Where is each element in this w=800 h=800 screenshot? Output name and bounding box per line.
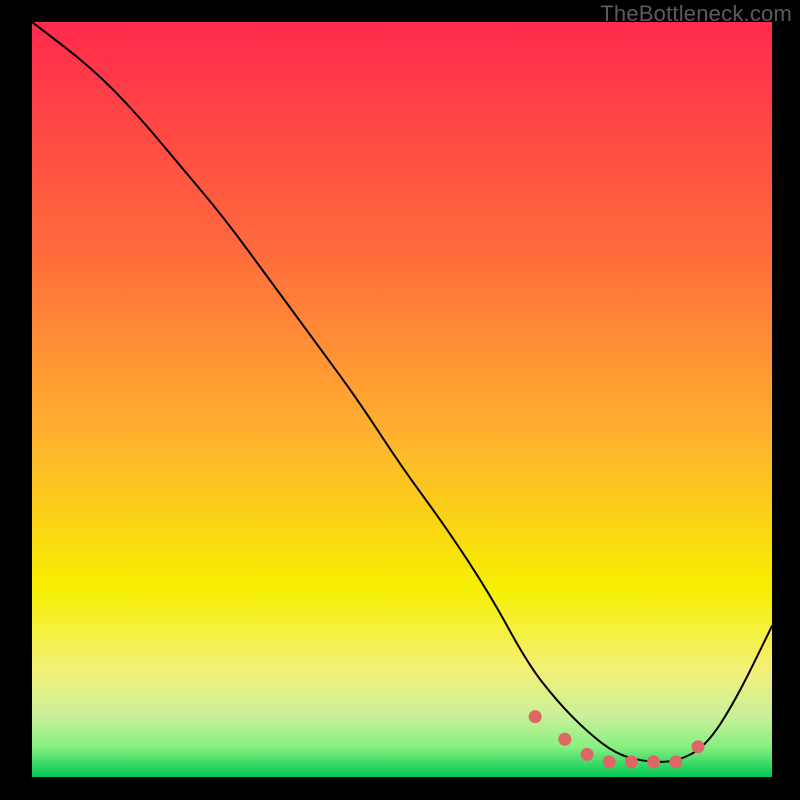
gradient-background	[32, 22, 772, 777]
watermark-text: TheBottleneck.com	[600, 1, 792, 27]
highlight-dot	[692, 740, 705, 753]
plot-area	[32, 22, 772, 777]
highlight-dot	[581, 748, 594, 761]
highlight-dot	[603, 755, 616, 768]
chart-svg	[32, 22, 772, 777]
highlight-dot	[625, 755, 638, 768]
highlight-dot	[647, 755, 660, 768]
highlight-dot	[529, 710, 542, 723]
highlight-dot	[558, 733, 571, 746]
highlight-dot	[669, 755, 682, 768]
chart-frame: TheBottleneck.com	[0, 0, 800, 800]
